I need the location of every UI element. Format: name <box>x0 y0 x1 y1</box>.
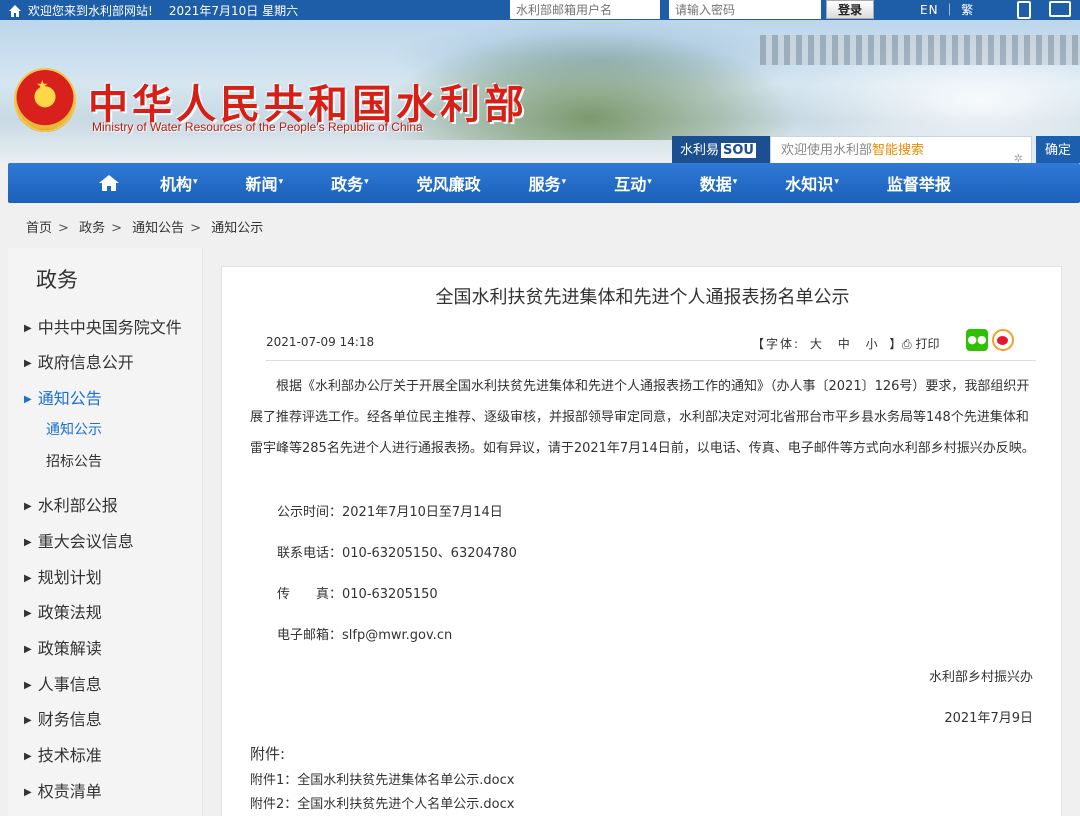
sidebar-item-planning[interactable]: ▶ 规划计划 <box>24 564 102 588</box>
search-placeholder-highlight: 智能搜索 <box>872 143 925 158</box>
nav-item-data[interactable]: 数据▾ <box>700 171 738 195</box>
mobile-phone-icon[interactable] <box>1017 1 1031 19</box>
language-switch[interactable]: EN ｜ 繁 <box>920 1 974 18</box>
national-emblem-icon[interactable]: ★ <box>14 68 76 132</box>
publish-date: 2021-07-09 14:18 <box>266 335 375 349</box>
print-icon: ⎙ <box>902 337 912 351</box>
breadcrumb-notice-publicity[interactable]: 通知公示 <box>211 221 263 236</box>
notice-period: 公示时间：2021年7月10日至7月14日 <box>277 505 503 520</box>
sidebar-item-standards[interactable]: ▶ 技术标准 <box>24 742 102 766</box>
contact-fax: 传 真：010-63205150 <box>277 587 438 602</box>
sidebar-item-policy-interpretation[interactable]: ▶ 政策解读 <box>24 635 102 659</box>
nav-item-services[interactable]: 服务▾ <box>529 171 567 195</box>
attachment-link[interactable]: 附件2：全国水利扶贫先进个人名单公示.docx <box>250 793 514 812</box>
search-brand-sou: SOU <box>721 143 756 158</box>
banner-dam-image <box>760 35 1080 65</box>
contact-email: 电子邮箱：slfp@mwr.gov.cn <box>277 628 453 643</box>
font-size-label: 【字体: <box>752 337 801 351</box>
search-brand-logo: 水利易 SOU <box>672 136 770 163</box>
search-input[interactable]: 欢迎使用水利部智能搜索 ✲ <box>770 136 1032 163</box>
sidebar-item-responsibility-list[interactable]: ▶ 权责清单 <box>24 778 102 802</box>
attachments-title: 附件: <box>250 745 286 763</box>
article-title: 全国水利扶贫先进集体和先进个人通报表扬名单公示 <box>435 287 850 308</box>
search-placeholder-prefix: 欢迎使用水利部 <box>781 143 873 158</box>
desktop-icon[interactable] <box>1049 1 1071 17</box>
article-meta: 2021-07-09 14:18 【字体: 大 中 小 】 ⎙ 打印 ●● <box>266 329 1036 361</box>
nav-item-water-knowledge[interactable]: 水知识▾ <box>785 171 839 195</box>
sidebar-item-meetings[interactable]: ▶ 重大会议信息 <box>24 528 134 552</box>
breadcrumb-home[interactable]: 首页 <box>26 221 52 236</box>
nav-item-government-affairs[interactable]: 政务▾ <box>331 171 369 195</box>
sidebar-subitem-tender-announcements[interactable]: 招标公告 <box>46 451 102 471</box>
sidebar-item-bulletin[interactable]: ▶ 水利部公报 <box>24 492 118 516</box>
search-button[interactable]: 确定 <box>1036 136 1080 163</box>
gear-icon[interactable]: ✲ <box>1014 145 1023 163</box>
sidebar: 政务 ▶ 中共中央国务院文件 ▶ 政府信息公开 ▶ 通知公告 通知公示 招标公告 ▶ 水… <box>8 248 203 816</box>
signature: 水利部乡村振兴办 <box>928 670 1033 685</box>
site-subtitle: Ministry of Water Resources of the Peopl… <box>92 120 423 134</box>
password-input[interactable] <box>669 0 821 19</box>
current-date: 2021年7月10日 星期六 <box>168 4 299 18</box>
welcome-area: 欢迎您来到水利部网站! 2021年7月10日 星期六 <box>8 2 298 19</box>
home-icon <box>9 4 21 17</box>
sign-date: 2021年7月9日 <box>944 711 1033 726</box>
font-size-control: 【字体: 大 中 小 】 <box>752 335 903 352</box>
wechat-share-icon[interactable]: ●● <box>966 329 988 351</box>
font-size-large-button[interactable]: 大 <box>810 337 824 351</box>
nav-item-organization[interactable]: 机构▾ <box>160 171 198 195</box>
main-nav: 机构▾ 新闻▾ 政务▾ 党风廉政 服务▾ 互动▾ 数据▾ 水知识▾ 监督举报 <box>8 163 1080 203</box>
breadcrumb-notices[interactable]: 通知公告 <box>132 221 184 236</box>
nav-item-news[interactable]: 新闻▾ <box>246 171 284 195</box>
breadcrumb-government-affairs[interactable]: 政务 <box>79 221 105 236</box>
login-button[interactable]: 登录 <box>826 0 874 19</box>
search-bar: 水利易 SOU 欢迎使用水利部智能搜索 ✲ 确定 <box>672 136 1080 163</box>
top-bar: 欢迎您来到水利部网站! 2021年7月10日 星期六 登录 EN ｜ 繁 <box>0 0 1080 20</box>
home-icon[interactable] <box>98 174 120 192</box>
contact-phone: 联系电话：010-63205150、63204780 <box>277 546 517 561</box>
sidebar-item-notices[interactable]: ▶ 通知公告 <box>24 385 102 409</box>
nav-item-supervision-report[interactable]: 监督举报 <box>887 171 951 195</box>
header-banner: ★ 中华人民共和国水利部 Ministry of Water Resources… <box>0 20 1080 163</box>
sidebar-item-finance[interactable]: ▶ 财务信息 <box>24 706 102 730</box>
sidebar-item-central-documents[interactable]: ▶ 中共中央国务院文件 <box>24 314 182 338</box>
font-size-medium-button[interactable]: 中 <box>838 337 852 351</box>
article-panel: 全国水利扶贫先进集体和先进个人通报表扬名单公示 2021-07-09 14:18… <box>221 266 1062 816</box>
sidebar-title: 政务 <box>36 268 78 292</box>
weibo-share-icon[interactable] <box>992 329 1014 351</box>
sidebar-item-personnel[interactable]: ▶ 人事信息 <box>24 671 102 695</box>
sidebar-subitem-notice-publicity[interactable]: 通知公示 <box>46 419 102 439</box>
sidebar-item-info-disclosure[interactable]: ▶ 政府信息公开 <box>24 349 134 373</box>
font-size-small-button[interactable]: 小 <box>866 337 880 351</box>
nav-item-party-discipline[interactable]: 党风廉政 <box>417 171 481 195</box>
print-button[interactable]: ⎙ 打印 <box>902 335 939 352</box>
sidebar-item-regulations[interactable]: ▶ 政策法规 <box>24 599 102 623</box>
search-brand-text: 水利易 <box>680 143 720 158</box>
username-input[interactable] <box>510 0 660 19</box>
attachment-link[interactable]: 附件1：全国水利扶贫先进集体名单公示.docx <box>250 769 514 788</box>
nav-item-interaction[interactable]: 互动▾ <box>614 171 652 195</box>
welcome-text: 欢迎您来到水利部网站! <box>28 4 153 18</box>
breadcrumb: 首页 > 政务 > 通知公告 > 通知公示 <box>26 221 264 236</box>
article-body: 根据《水利部办公厅关于开展全国水利扶贫先进集体和先进个人通报表扬工作的通知》（办… <box>250 379 1035 456</box>
